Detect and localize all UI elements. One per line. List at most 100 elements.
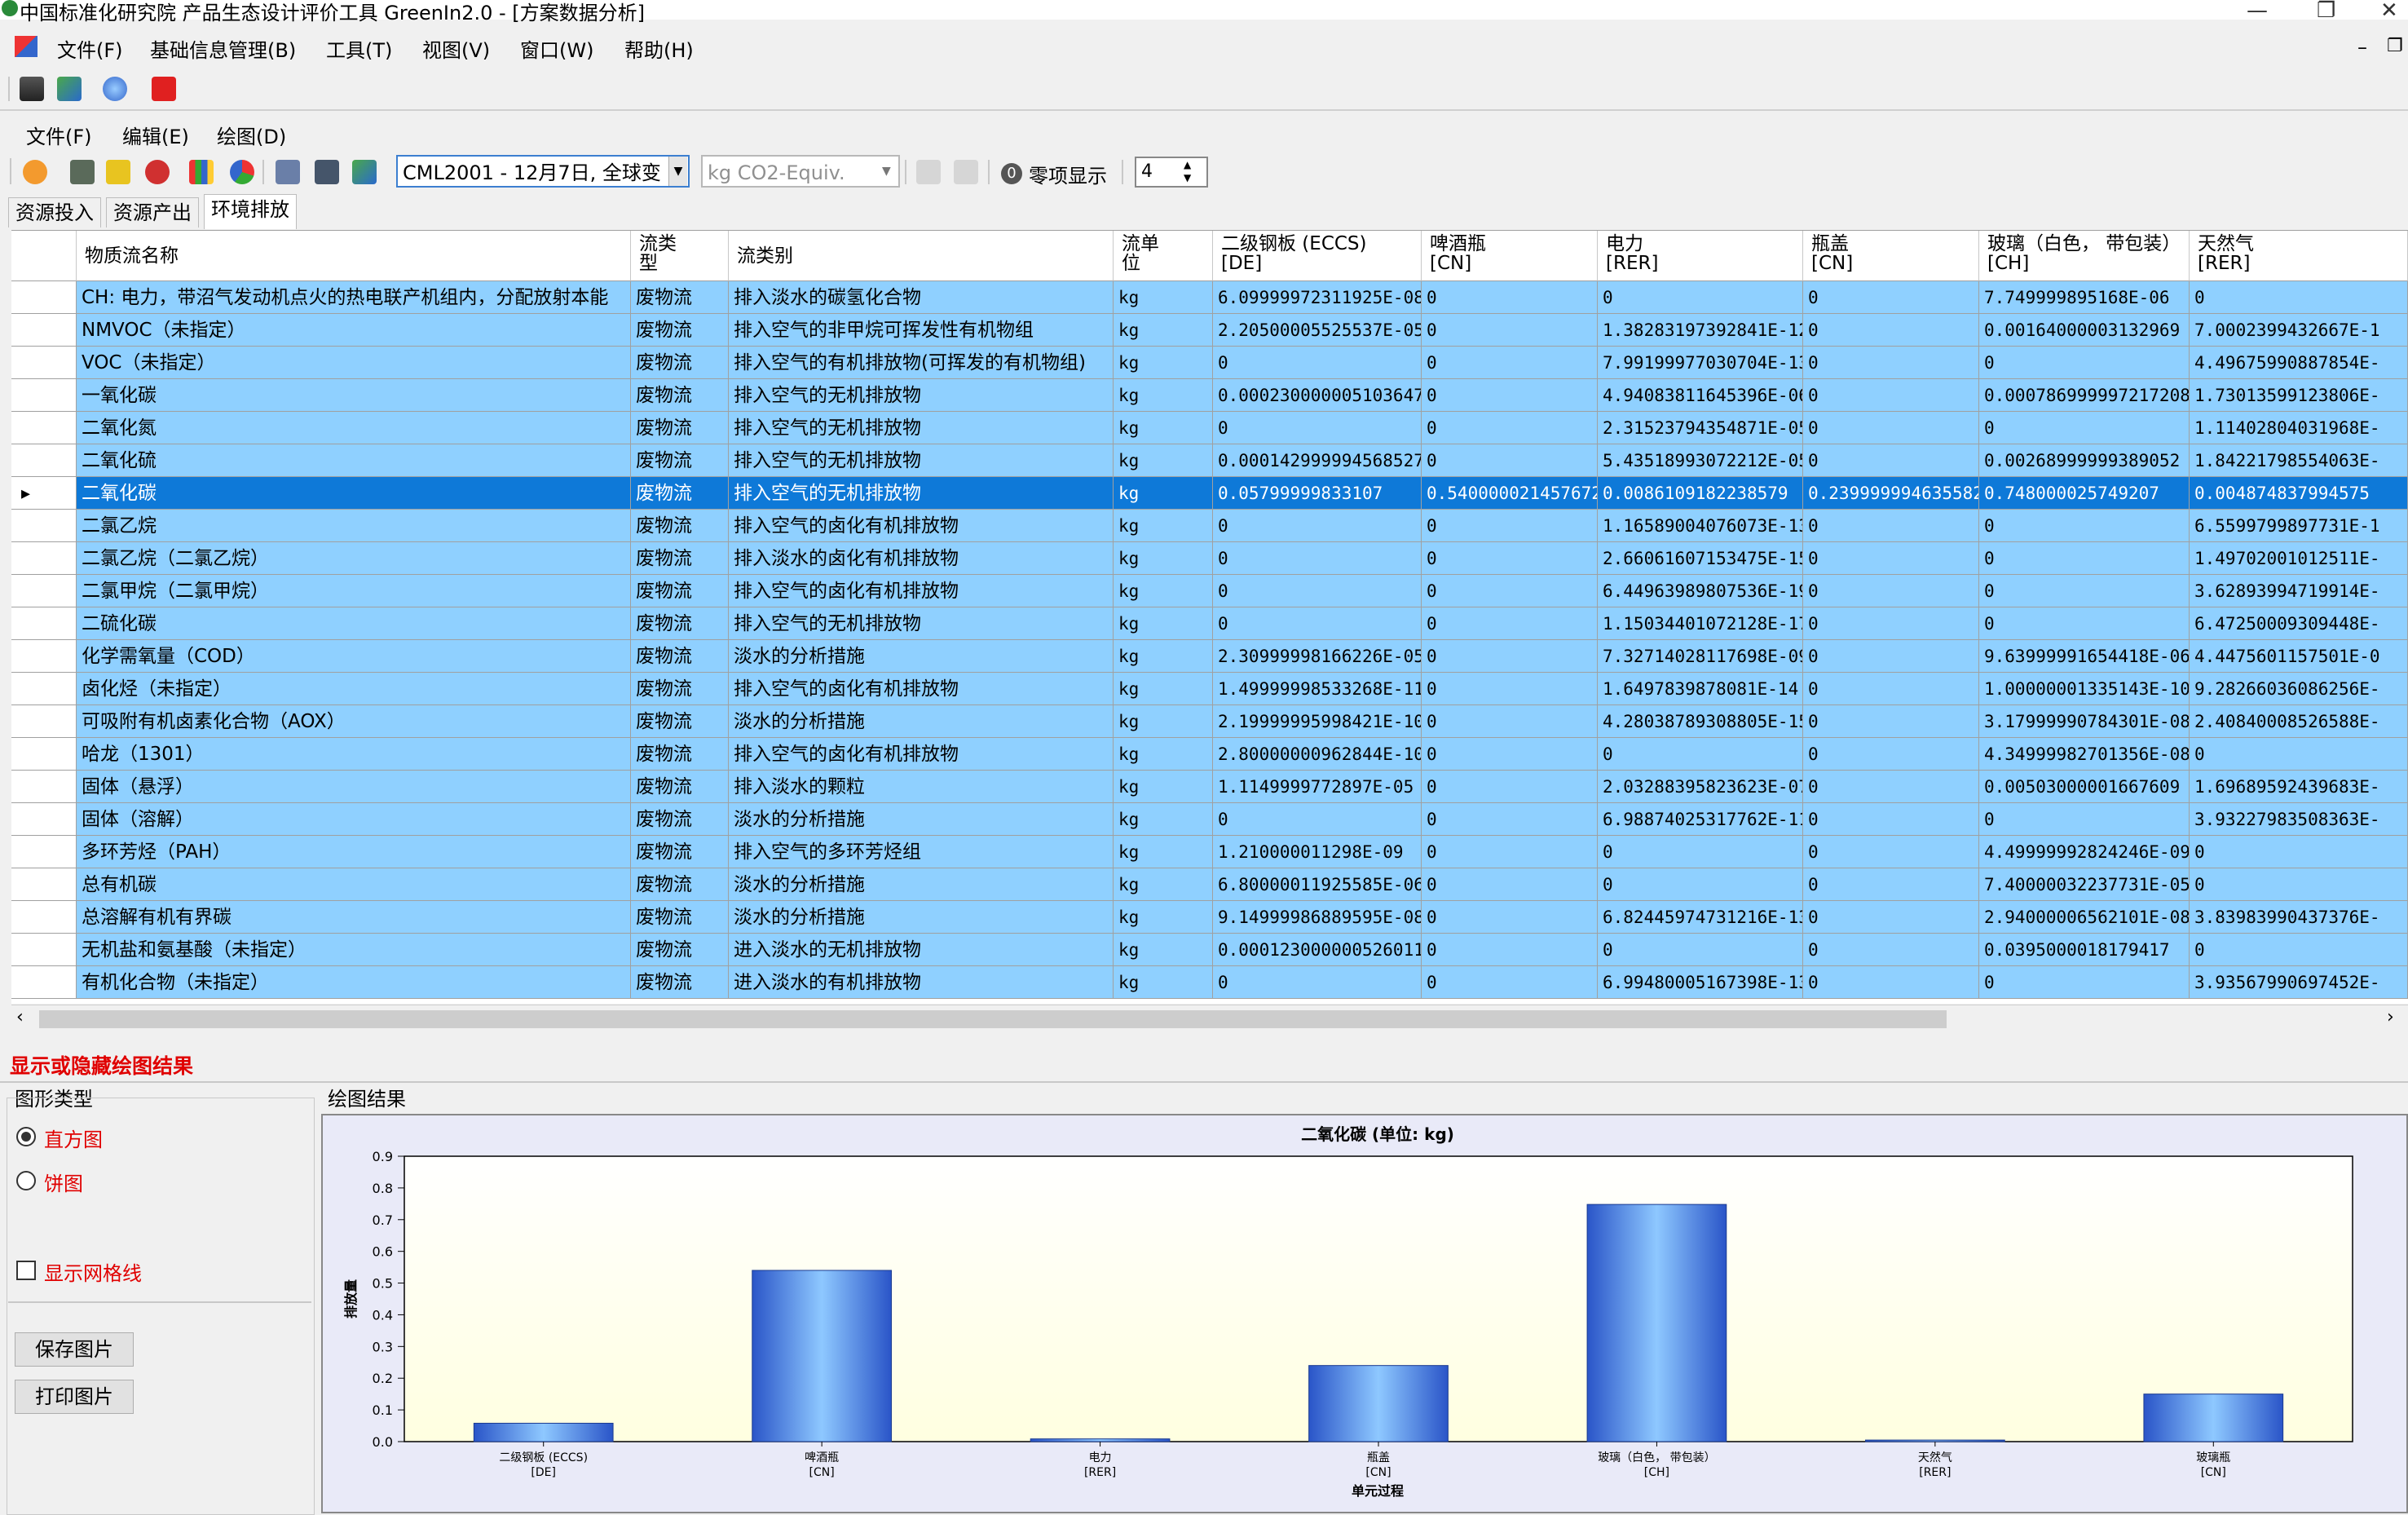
table-cell[interactable]: 6.99480005167398E-13 <box>1598 966 1803 999</box>
table-row[interactable]: 二氧化硫 废物流 排入空气的无机排放物 kg 0.000142999994568527 0… <box>11 444 2408 477</box>
table-cell[interactable]: 淡水的分析措施 <box>729 640 1114 673</box>
table-row[interactable]: 二硫化碳 废物流 排入空气的无机排放物 kg 0 0 1.15034401072128E-1… <box>11 607 2408 640</box>
table-cell[interactable]: 0 <box>1803 412 1979 444</box>
method-combo[interactable]: CML2001 - 12月7日, 全球变 <box>396 155 690 188</box>
table-cell[interactable]: 排入淡水的碳氢化合物 <box>729 281 1114 314</box>
column-header[interactable]: 物质流名称 <box>77 231 631 281</box>
table-cell[interactable]: 2.19999995998421E-10 <box>1213 705 1422 738</box>
column-header[interactable]: 流类型 <box>631 231 729 281</box>
table-cell[interactable]: 0 <box>1803 314 1979 347</box>
table-cell[interactable]: kg <box>1114 771 1213 803</box>
table-cell[interactable]: 0 <box>1422 542 1598 575</box>
table-cell[interactable]: 0 <box>1422 640 1598 673</box>
table-cell[interactable]: kg <box>1114 412 1213 444</box>
table-row[interactable]: 二氯乙烷（二氯乙烷） 废物流 排入淡水的卤化有机排放物 kg 0 0 2.660616071… <box>11 542 2408 575</box>
table-cell[interactable]: 6.82445974731216E-13 <box>1598 901 1803 934</box>
table-cell[interactable]: 二氧化硫 <box>77 444 631 477</box>
table-cell[interactable]: 排入淡水的卤化有机排放物 <box>729 542 1114 575</box>
tab-resource-output[interactable]: 资源产出 <box>106 197 199 227</box>
table-cell[interactable]: 3.93227983508363E- <box>2190 803 2408 836</box>
zero-display-toggle[interactable]: 零项显示 <box>1029 160 1107 188</box>
table-cell[interactable]: kg <box>1114 542 1213 575</box>
scroll-right-icon[interactable]: › <box>2387 1007 2394 1027</box>
table-cell[interactable]: 0.0086109182238579 <box>1598 477 1803 510</box>
table-cell[interactable]: 0 <box>1422 966 1598 999</box>
row-header[interactable] <box>11 542 77 575</box>
table-row[interactable]: 一氧化碳 废物流 排入空气的无机排放物 kg 0.000230000005103647 0… <box>11 379 2408 412</box>
table-cell[interactable]: 0 <box>1422 607 1598 640</box>
document-icon[interactable] <box>916 160 941 184</box>
table-row[interactable]: 二氧化氮 废物流 排入空气的无机排放物 kg 0 0 2.31523794354871E-0… <box>11 412 2408 444</box>
table-row[interactable]: 二氯甲烷（二氯甲烷） 废物流 排入空气的卤化有机排放物 kg 0 0 6.449639898… <box>11 575 2408 607</box>
table-cell[interactable]: 3.93567990697452E- <box>2190 966 2408 999</box>
table-cell[interactable]: 0 <box>1803 510 1979 542</box>
table-cell[interactable]: 0 <box>1422 412 1598 444</box>
table-cell[interactable]: 总有机碳 <box>77 868 631 901</box>
scrollbar-thumb[interactable] <box>39 1010 1947 1028</box>
table-cell[interactable]: 哈龙（1301） <box>77 738 631 771</box>
table-cell[interactable]: 4.49675990887854E- <box>2190 347 2408 379</box>
row-header[interactable] <box>11 281 77 314</box>
table-cell[interactable]: 0 <box>1598 934 1803 966</box>
table-cell[interactable]: 0 <box>1803 771 1979 803</box>
table-row[interactable]: NMVOC（未指定） 废物流 排入空气的非甲烷可挥发性有机物组 kg 2.2050000… <box>11 314 2408 347</box>
table-cell[interactable]: 0 <box>1803 705 1979 738</box>
table-cell[interactable]: 0 <box>1422 347 1598 379</box>
table-cell[interactable]: 废物流 <box>631 738 729 771</box>
table-cell[interactable]: 4.34999982701356E-08 <box>1979 738 2190 771</box>
table-cell[interactable]: 0 <box>1598 868 1803 901</box>
table-cell[interactable]: 排入空气的无机排放物 <box>729 379 1114 412</box>
inner-menu-edit[interactable]: 编辑(E) <box>122 121 189 149</box>
table-cell[interactable]: 3.17999990784301E-08 <box>1979 705 2190 738</box>
table-cell[interactable]: 1.6497839878081E-14 <box>1598 673 1803 705</box>
table-cell[interactable]: 有机化合物（未指定） <box>77 966 631 999</box>
menu-tools[interactable]: 工具(T) <box>326 34 392 63</box>
menu-basic-info[interactable]: 基础信息管理(B) <box>150 34 296 63</box>
check-icon[interactable] <box>106 160 130 184</box>
table-cell[interactable]: 0 <box>1422 934 1598 966</box>
bar-chart-radio-label[interactable]: 直方图 <box>44 1124 103 1152</box>
table-cell[interactable]: 0 <box>1803 673 1979 705</box>
menu-file[interactable]: 文件(F) <box>57 34 123 63</box>
table-cell[interactable]: 排入空气的无机排放物 <box>729 607 1114 640</box>
row-header[interactable] <box>11 901 77 934</box>
table-cell[interactable]: 0 <box>1803 444 1979 477</box>
table-cell[interactable]: 排入淡水的颗粒 <box>729 771 1114 803</box>
binoculars-icon[interactable] <box>20 77 44 101</box>
plot-toggle-link[interactable]: 显示或隐藏绘图结果 <box>10 1050 193 1080</box>
refresh-icon[interactable] <box>145 160 170 184</box>
table-cell[interactable]: 1.210000011298E-09 <box>1213 836 1422 868</box>
table-cell[interactable]: 0.004874837994575 <box>2190 477 2408 510</box>
column-header[interactable]: 玻璃（白色， 带包装） [CH] <box>1979 231 2190 281</box>
table-cell[interactable]: 2.66061607153475E-15 <box>1598 542 1803 575</box>
table-row[interactable]: 多环芳烃（PAH） 废物流 排入空气的多环芳烃组 kg 1.210000011298E-… <box>11 836 2408 868</box>
table-cell[interactable]: 废物流 <box>631 444 729 477</box>
table-cell[interactable]: 二氧化碳 <box>77 477 631 510</box>
table-cell[interactable]: 排入空气的非甲烷可挥发性有机物组 <box>729 314 1114 347</box>
table-cell[interactable]: 0 <box>1422 705 1598 738</box>
export-icon[interactable] <box>57 77 82 101</box>
table-cell[interactable]: 0 <box>2190 738 2408 771</box>
table-cell[interactable]: 废物流 <box>631 836 729 868</box>
table-cell[interactable]: 1.16589004076073E-13 <box>1598 510 1803 542</box>
column-header[interactable]: 流单位 <box>1114 231 1213 281</box>
column-header[interactable]: 电力 [RER] <box>1598 231 1803 281</box>
table-row[interactable]: 二氯乙烷 废物流 排入空气的卤化有机排放物 kg 0 0 1.16589004076073E… <box>11 510 2408 542</box>
table-cell[interactable]: 0 <box>1422 803 1598 836</box>
table-cell[interactable]: kg <box>1114 901 1213 934</box>
table-cell[interactable]: 0 <box>1422 314 1598 347</box>
document-list-icon[interactable] <box>954 160 978 184</box>
column-header[interactable]: 二级钢板 (ECCS) [DE] <box>1213 231 1422 281</box>
table-cell[interactable]: kg <box>1114 868 1213 901</box>
table-cell[interactable]: 0 <box>1422 901 1598 934</box>
table-cell[interactable]: 排入空气的无机排放物 <box>729 412 1114 444</box>
table-cell[interactable]: 0 <box>1598 738 1803 771</box>
table-cell[interactable]: 固体（溶解） <box>77 803 631 836</box>
table-cell[interactable]: 废物流 <box>631 607 729 640</box>
row-header[interactable] <box>11 836 77 868</box>
row-header[interactable] <box>11 771 77 803</box>
spinner-arrows-icon[interactable]: ▲ ▼ <box>1184 158 1191 184</box>
table-cell[interactable]: 化学需氧量（COD） <box>77 640 631 673</box>
table-cell[interactable]: 0.05799999833107 <box>1213 477 1422 510</box>
inner-restore-button[interactable]: ❐ <box>2387 36 2403 56</box>
